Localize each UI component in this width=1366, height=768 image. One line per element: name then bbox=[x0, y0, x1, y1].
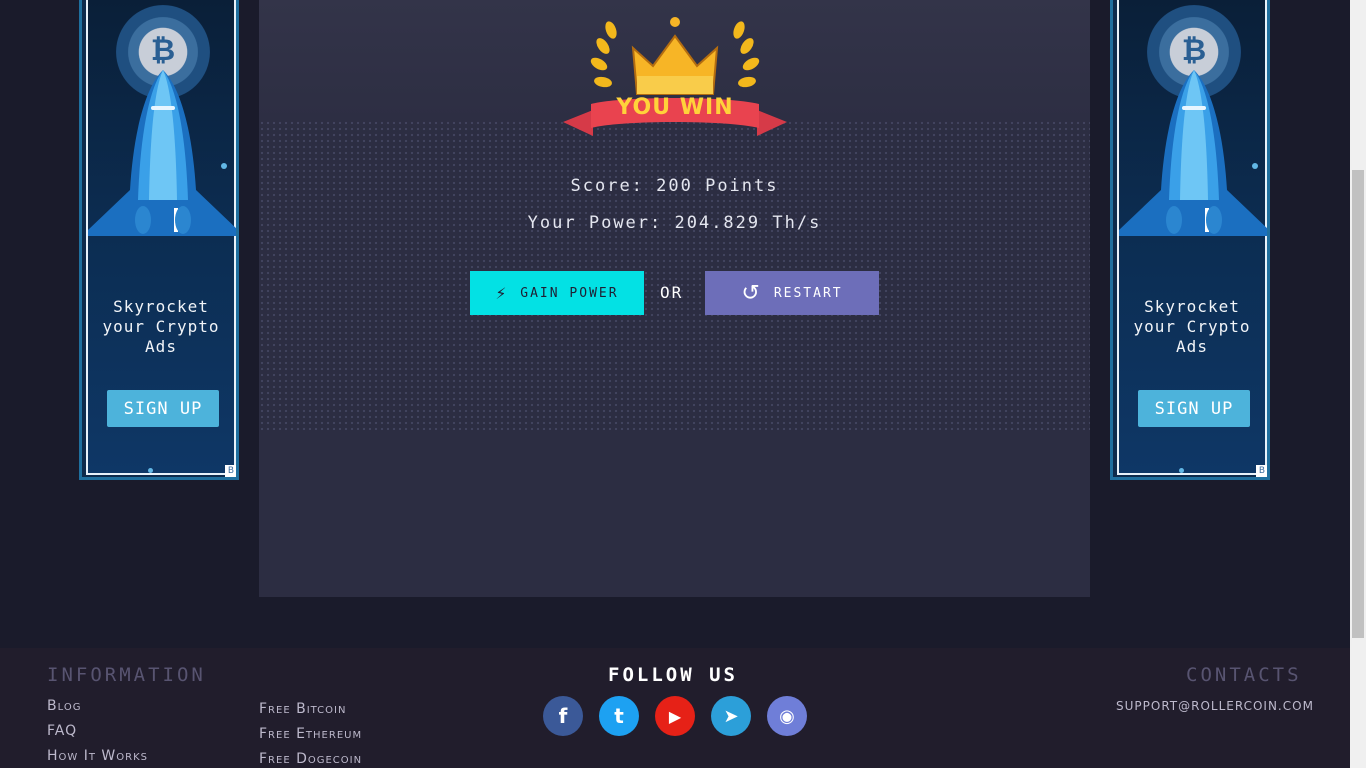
twitter-icon[interactable]: t bbox=[599, 696, 639, 736]
bitcoin-symbol: ₿ bbox=[150, 33, 176, 68]
discord-icon[interactable]: ◉ bbox=[767, 696, 807, 736]
restart-button[interactable]: ↺ Restart bbox=[705, 271, 879, 315]
star-icon bbox=[148, 468, 153, 473]
ad-frame: ₿ Skyrocket your Crypto Ads SIGN UP bbox=[1117, 0, 1267, 475]
ad-text: Skyrocket your Crypto Ads bbox=[102, 297, 220, 356]
star-icon bbox=[221, 163, 227, 169]
rocket-icon bbox=[1119, 70, 1267, 236]
ad-badge[interactable]: B bbox=[1256, 465, 1267, 477]
scrollbar-thumb[interactable] bbox=[1352, 170, 1364, 638]
telegram-icon[interactable]: ➤ bbox=[711, 696, 751, 736]
facebook-icon[interactable]: f bbox=[543, 696, 583, 736]
power-text: Your Power: 204.829 Th/s bbox=[527, 213, 822, 233]
crown-trophy-icon bbox=[563, 17, 787, 136]
sign-up-button[interactable]: SIGN UP bbox=[107, 390, 219, 427]
lightning-icon: ⚡ bbox=[495, 282, 509, 304]
bitcoin-symbol: ₿ bbox=[1181, 33, 1207, 68]
ad-banner-right[interactable]: ₿ Skyrocket your Crypto Ads SIGN UP B bbox=[1110, 0, 1270, 480]
sign-up-button[interactable]: SIGN UP bbox=[1138, 390, 1250, 427]
youtube-icon[interactable]: ▶ bbox=[655, 696, 695, 736]
support-email-link[interactable]: support@rollercoin.com bbox=[1116, 699, 1314, 713]
restart-icon: ↺ bbox=[741, 280, 762, 306]
ad-frame: ₿ Skyrocket your Crypto Ads SIGN UP bbox=[86, 0, 236, 475]
information-heading: Information bbox=[47, 664, 206, 686]
game-result-panel: YOU WIN Score: 200 Points Your Power: 20… bbox=[259, 0, 1090, 597]
ad-badge[interactable]: B bbox=[225, 465, 236, 477]
rocket-icon bbox=[88, 70, 236, 236]
or-separator: or bbox=[660, 283, 684, 302]
blog-link[interactable]: Blog bbox=[47, 698, 81, 714]
free-bitcoin-link[interactable]: Free Bitcoin bbox=[259, 701, 346, 717]
you-win-banner: YOU WIN bbox=[616, 95, 734, 120]
dither-pattern bbox=[259, 120, 1090, 430]
contacts-heading: Contacts bbox=[1186, 664, 1302, 686]
score-text: Score: 200 Points bbox=[570, 176, 779, 196]
star-icon bbox=[1179, 468, 1184, 473]
how-it-works-link[interactable]: How It Works bbox=[47, 748, 148, 764]
free-ethereum-link[interactable]: Free Ethereum bbox=[259, 726, 362, 742]
faq-link[interactable]: FAQ bbox=[47, 723, 77, 739]
free-dogecoin-link[interactable]: Free Dogecoin bbox=[259, 751, 362, 767]
ad-text: Skyrocket your Crypto Ads bbox=[1133, 297, 1251, 356]
restart-label: Restart bbox=[773, 285, 843, 301]
gain-power-label: Gain Power bbox=[520, 285, 619, 301]
gain-power-button[interactable]: ⚡ Gain Power bbox=[470, 271, 644, 315]
ad-banner-left[interactable]: ₿ Skyrocket your Crypto Ads SIGN UP B bbox=[79, 0, 239, 480]
star-icon bbox=[1252, 163, 1258, 169]
follow-us-heading: Follow us bbox=[608, 664, 738, 686]
